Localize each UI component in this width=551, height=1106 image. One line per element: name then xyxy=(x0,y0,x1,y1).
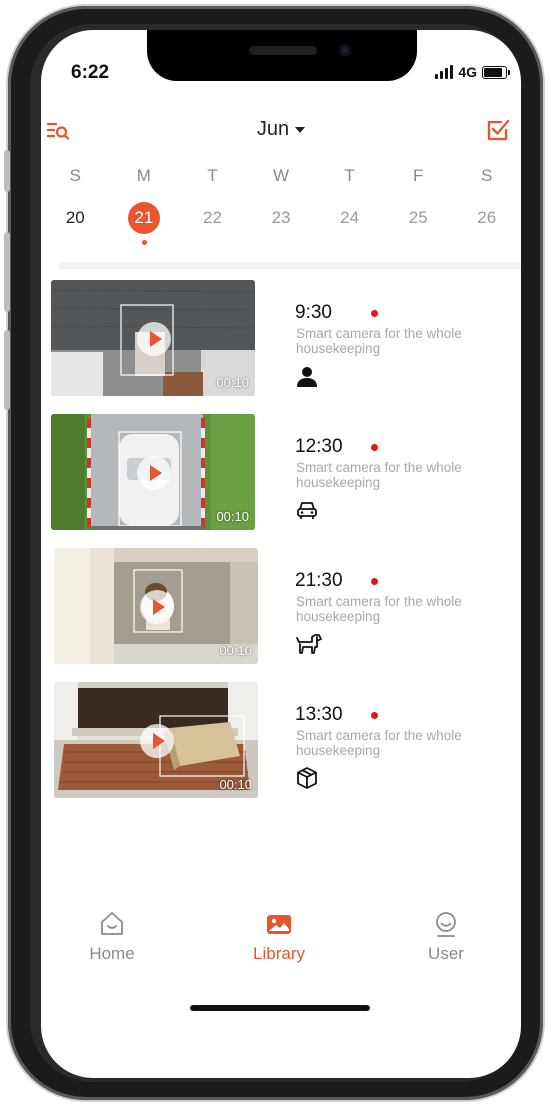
month-selector[interactable]: Jun xyxy=(41,118,521,141)
tab-library[interactable]: Library xyxy=(224,910,334,964)
weekday-label: F xyxy=(412,166,424,185)
front-camera xyxy=(339,44,351,56)
package-icon xyxy=(297,767,317,789)
network-type: 4G xyxy=(458,64,477,80)
event-time: 21:30 xyxy=(295,570,343,591)
video-thumbnail[interactable]: 00:10 xyxy=(54,548,258,664)
video-duration: 00:10 xyxy=(216,509,249,524)
app-screen: 6:22 4G Jun S M T W T F S 20 21 22 23 24… xyxy=(41,30,521,1078)
person-icon xyxy=(297,367,317,387)
event-time: 13:30 xyxy=(295,704,343,725)
weekday-row: S M T W T F S xyxy=(41,166,521,192)
weekday-label: T xyxy=(344,166,355,185)
video-thumbnail[interactable]: 00:10 xyxy=(54,682,258,798)
event-item[interactable]: 00:10 13:30 Smart camera for the whole h… xyxy=(51,682,521,800)
play-icon[interactable] xyxy=(140,724,174,758)
library-icon xyxy=(267,915,291,934)
event-description: Smart camera for the whole housekeeping xyxy=(296,460,462,490)
video-duration: 00:10 xyxy=(219,643,252,658)
notch xyxy=(147,30,417,81)
event-time: 12:30 xyxy=(295,436,343,457)
video-duration: 00:10 xyxy=(219,777,252,792)
speaker-grille xyxy=(249,46,317,55)
user-icon xyxy=(436,912,456,937)
play-icon[interactable] xyxy=(137,456,171,490)
tab-user[interactable]: User xyxy=(391,910,501,964)
select-check-icon[interactable] xyxy=(485,117,511,143)
tab-label: Library xyxy=(253,944,305,963)
has-events-dot xyxy=(141,240,147,245)
week-calendar: S M T W T F S 20 21 22 23 24 25 26 xyxy=(41,166,521,245)
weekday-label: S xyxy=(481,166,493,185)
play-icon[interactable] xyxy=(140,590,174,624)
tab-label: User xyxy=(428,944,464,963)
section-divider xyxy=(59,262,521,269)
tab-home[interactable]: Home xyxy=(57,910,167,964)
home-icon xyxy=(101,912,123,935)
event-item[interactable]: 00:10 9:30 Smart camera for the whole ho… xyxy=(51,280,521,398)
battery-icon xyxy=(482,65,510,79)
status-indicators: 4G xyxy=(435,64,510,80)
car-icon xyxy=(297,502,317,519)
date-cell-selected[interactable]: 21 xyxy=(110,202,179,245)
event-item[interactable]: 00:10 12:30 Smart camera for the whole h… xyxy=(51,414,521,532)
tab-label: Home xyxy=(89,944,135,963)
weekday-label: S xyxy=(69,166,81,185)
weekday-label: W xyxy=(273,166,290,185)
video-thumbnail[interactable]: 00:10 xyxy=(51,414,255,530)
status-time: 6:22 xyxy=(71,62,110,83)
home-indicator[interactable] xyxy=(190,1005,370,1011)
event-item[interactable]: 00:10 21:30 Smart camera for the whole h… xyxy=(51,548,521,666)
event-time: 9:30 xyxy=(295,302,332,323)
date-row: 20 21 22 23 24 25 26 xyxy=(41,202,521,245)
signal-icon xyxy=(435,65,454,79)
volume-up-button xyxy=(4,232,10,312)
library-header: Jun xyxy=(41,114,521,150)
unread-dot xyxy=(371,444,378,451)
dog-icon xyxy=(296,634,322,654)
mute-switch xyxy=(4,150,10,192)
date-cell[interactable]: 22 xyxy=(178,202,247,234)
video-duration: 00:10 xyxy=(216,375,249,390)
date-cell[interactable]: 24 xyxy=(315,202,384,234)
volume-down-button xyxy=(4,330,10,410)
month-label: Jun xyxy=(256,118,290,140)
date-cell[interactable]: 26 xyxy=(452,202,521,234)
date-cell[interactable]: 23 xyxy=(247,202,316,234)
weekday-label: M xyxy=(136,166,151,185)
unread-dot xyxy=(371,578,378,585)
play-icon[interactable] xyxy=(137,322,171,356)
date-cell[interactable]: 25 xyxy=(384,202,453,234)
event-description: Smart camera for the whole housekeeping xyxy=(296,728,462,758)
event-description: Smart camera for the whole housekeeping xyxy=(296,594,462,624)
video-thumbnail[interactable]: 00:10 xyxy=(51,280,255,396)
chevron-down-icon xyxy=(295,126,306,133)
unread-dot xyxy=(371,310,378,317)
bottom-tab-bar: Home Library User xyxy=(41,910,521,990)
unread-dot xyxy=(371,712,378,719)
event-description: Smart camera for the whole housekeeping xyxy=(296,326,462,356)
date-cell[interactable]: 20 xyxy=(41,202,110,234)
weekday-label: T xyxy=(207,166,218,185)
